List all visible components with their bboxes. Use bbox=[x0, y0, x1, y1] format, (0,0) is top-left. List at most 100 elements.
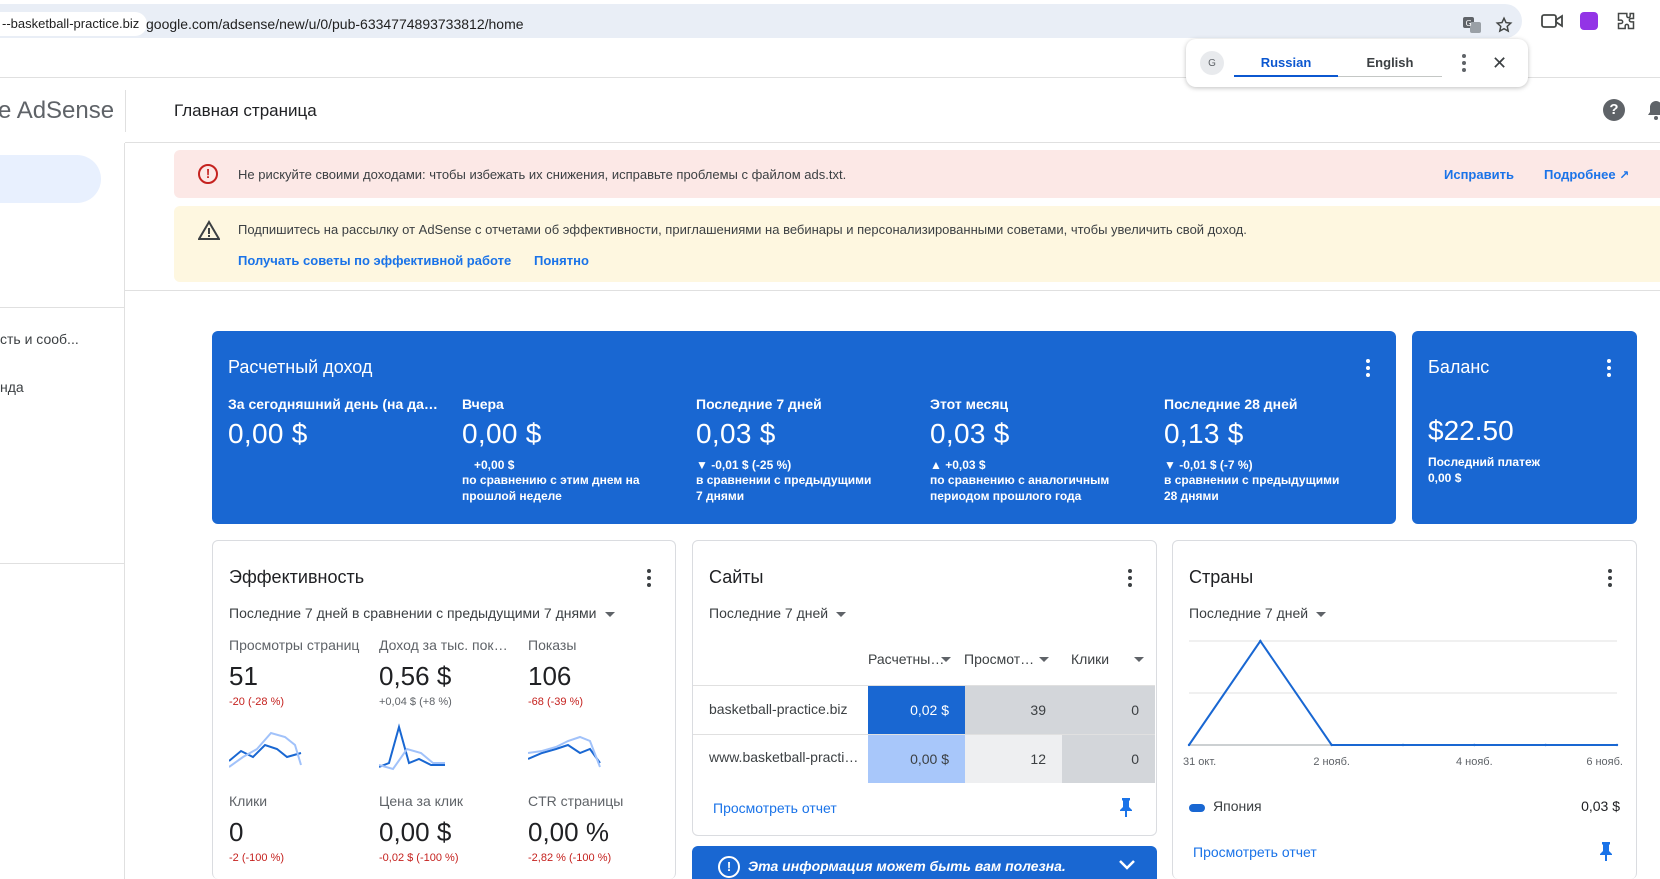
column-header-views[interactable]: Просмотры bbox=[964, 651, 1036, 667]
legend-swatch bbox=[1189, 804, 1205, 812]
legend-country: Япония bbox=[1213, 798, 1262, 814]
countries-card: Страны Последние 7 дней 31 окт. 2 нояб. 4 … bbox=[1172, 540, 1637, 879]
metric-label: Показы bbox=[528, 637, 577, 653]
revenue-label: Вчера bbox=[462, 396, 504, 412]
metric-value: 51 bbox=[229, 661, 258, 691]
revenue-value: 0,03 $ bbox=[696, 418, 776, 449]
balance-value: $22.50 bbox=[1428, 415, 1514, 446]
translate-icon[interactable]: G bbox=[1460, 13, 1484, 37]
metric-clicks[interactable]: Клики 0 -2 (-100 %) bbox=[229, 793, 369, 864]
extension-app-icon[interactable] bbox=[1577, 9, 1601, 33]
section-divider bbox=[125, 290, 1660, 291]
countries-report-link[interactable]: Просмотреть отчет bbox=[1193, 844, 1317, 860]
period-label: Последние 7 дней bbox=[709, 605, 829, 621]
pin-icon[interactable] bbox=[1598, 841, 1614, 866]
revenue-this-month: Этот месяц 0,03 $ ▲ +0,03 $ по сравнению… bbox=[930, 396, 1154, 504]
pin-icon[interactable] bbox=[1118, 797, 1134, 822]
translate-popup: G Russian English ✕ bbox=[1186, 39, 1528, 87]
revenue-label: Последние 7 дней bbox=[696, 396, 822, 412]
sites-title: Сайты bbox=[709, 567, 764, 587]
revenue-value: 0,00 $ bbox=[228, 418, 308, 449]
revenue-label: За сегодняшний день (на данный момент) bbox=[228, 396, 446, 412]
metric-cpc[interactable]: Цена за клик 0,00 $ -0,02 $ (-100 %) bbox=[379, 793, 519, 864]
revenue-value: 0,00 $ bbox=[462, 418, 542, 449]
translate-more-icon[interactable] bbox=[1462, 54, 1466, 72]
address-bar[interactable]: --basketball-practice.biz google.com/ads… bbox=[0, 4, 1522, 38]
header-divider bbox=[125, 142, 1660, 143]
x-tick-label: 2 нояб. bbox=[1313, 756, 1350, 768]
metric-delta: -0,02 $ (-100 %) bbox=[379, 852, 459, 864]
data-point bbox=[1615, 743, 1619, 747]
url-text[interactable]: google.com/adsense/new/u/0/pub-633477489… bbox=[146, 16, 524, 32]
sidebar: сть и сооб... нда bbox=[0, 143, 125, 879]
column-header-revenue[interactable]: Расчетный доход bbox=[868, 651, 950, 667]
revenue-comparison: в сравнении с предыдущими bbox=[696, 473, 872, 487]
column-header-clicks[interactable]: Клики bbox=[1071, 651, 1109, 667]
data-point bbox=[1330, 743, 1333, 747]
sort-caret-icon[interactable] bbox=[1134, 657, 1144, 662]
tab-underline bbox=[1338, 76, 1442, 77]
revenue-comparison: 7 днями bbox=[696, 489, 745, 503]
subscribe-link[interactable]: Получать советы по эффективной работе bbox=[238, 253, 511, 268]
tab-russian[interactable]: Russian bbox=[1234, 39, 1338, 87]
sort-caret-icon[interactable] bbox=[941, 657, 951, 662]
extensions-puzzle-icon[interactable] bbox=[1614, 9, 1638, 33]
bookmark-star-icon[interactable] bbox=[1492, 13, 1516, 37]
close-icon[interactable]: ✕ bbox=[1492, 53, 1507, 73]
site-name: www.basketball-practice.biz bbox=[709, 749, 861, 765]
countries-title: Страны bbox=[1189, 567, 1254, 587]
sidebar-item-brand[interactable]: нда bbox=[0, 379, 24, 395]
x-tick-label: 4 нояб. bbox=[1456, 756, 1493, 768]
revenue-comparison: по сравнению с аналогичным bbox=[930, 473, 1110, 487]
countries-period-dropdown[interactable]: Последние 7 дней bbox=[1189, 605, 1327, 621]
metric-rpm[interactable]: Доход за тыс. показов 0,56 $ +0,04 $ (+8… bbox=[379, 637, 519, 708]
dismiss-link[interactable]: Понятно bbox=[534, 253, 589, 268]
data-point bbox=[1187, 743, 1191, 747]
ads-txt-alert: ! Не рискуйте своими доходами: чтобы изб… bbox=[174, 150, 1660, 198]
help-icon[interactable]: ? bbox=[1603, 99, 1625, 121]
tab-english[interactable]: English bbox=[1338, 39, 1442, 87]
revenue-label: Последние 28 дней bbox=[1164, 396, 1298, 412]
balance-title: Баланс bbox=[1428, 357, 1490, 377]
sidebar-divider bbox=[0, 307, 125, 308]
metric-value: 0,56 $ bbox=[379, 661, 452, 691]
metric-label: Доход за тыс. показов bbox=[379, 637, 513, 653]
fix-link[interactable]: Исправить bbox=[1444, 167, 1514, 182]
revenue-comparison: 28 днями bbox=[1164, 489, 1219, 503]
sites-period-dropdown[interactable]: Последние 7 дней bbox=[709, 605, 847, 621]
revenue-more-icon[interactable] bbox=[1366, 359, 1370, 377]
performance-period-dropdown[interactable]: Последние 7 дней в сравнении с предыдущи… bbox=[229, 605, 615, 621]
external-link-icon: ↗ bbox=[1619, 168, 1630, 182]
balance-card: Баланс $22.50 Последний платеж 0,00 $ bbox=[1412, 331, 1637, 524]
metric-impressions[interactable]: Показы 106 -68 (-39 %) bbox=[528, 637, 668, 708]
camera-icon[interactable] bbox=[1540, 9, 1564, 33]
revenue-value: 0,13 $ bbox=[1164, 418, 1244, 449]
learn-more-label: Подробнее bbox=[1544, 167, 1616, 182]
learn-more-link[interactable]: Подробнее ↗ bbox=[1544, 167, 1629, 182]
chevron-down-icon[interactable] bbox=[1118, 858, 1136, 876]
helpful-info-bar[interactable]: ! Эта информация может быть вам полезна. bbox=[692, 846, 1157, 879]
metric-page-views[interactable]: Просмотры страниц 51 -20 (-28 %) bbox=[229, 637, 369, 708]
data-point bbox=[1401, 743, 1405, 747]
notifications-bell-icon[interactable] bbox=[1646, 99, 1660, 121]
sidebar-item-home[interactable] bbox=[0, 155, 101, 203]
sort-caret-icon[interactable] bbox=[1039, 657, 1049, 662]
revenue-yesterday: Вчера 0,00 $ +0,00 $ по сравнению с этим… bbox=[462, 396, 686, 504]
adsense-logo[interactable]: e AdSense bbox=[0, 97, 114, 125]
sites-report-link[interactable]: Просмотреть отчет bbox=[713, 800, 837, 816]
metric-delta: -2 (-100 %) bbox=[229, 852, 285, 864]
performance-more-icon[interactable] bbox=[647, 569, 651, 587]
x-tick-label: 6 нояб. bbox=[1586, 756, 1623, 768]
legend-value: 0,03 $ bbox=[1581, 798, 1620, 814]
countries-more-icon[interactable] bbox=[1608, 569, 1612, 587]
metric-page-ctr[interactable]: CTR страницы 0,00 % -2,82 % (-100 %) bbox=[528, 793, 668, 864]
balance-more-icon[interactable] bbox=[1607, 359, 1611, 377]
metric-delta: +0,04 $ (+8 %) bbox=[379, 696, 452, 708]
sites-more-icon[interactable] bbox=[1128, 569, 1132, 587]
cell-views: 39 bbox=[965, 686, 1062, 734]
site-chip[interactable]: --basketball-practice.biz bbox=[0, 12, 148, 36]
cell-views: 12 bbox=[965, 735, 1062, 783]
sidebar-item-privacy-messages[interactable]: сть и сооб... bbox=[0, 331, 79, 347]
performance-card: Эффективность Последние 7 дней в сравнен… bbox=[212, 540, 676, 879]
caret-down-icon bbox=[1316, 611, 1327, 617]
